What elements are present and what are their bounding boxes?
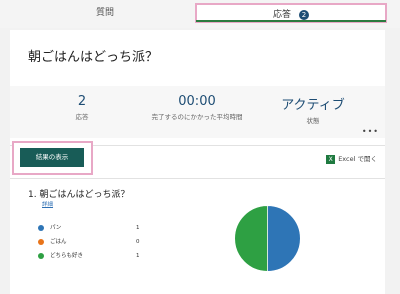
stat-label: 応答 [75, 113, 89, 121]
stat-label: 完了するのにかかった平均時間 [151, 113, 243, 121]
stat-responses: 2 応答 [22, 94, 142, 121]
tab-questions[interactable]: 質問 [20, 3, 190, 23]
actions-bar: 結果の表示 X Excel で開く [10, 141, 385, 179]
options-legend: パン 1 ごはん 0 どちらも好き 1 [38, 223, 148, 265]
results-pie-chart [234, 205, 301, 272]
stat-value: アクティブ [281, 98, 345, 113]
open-in-excel-button[interactable]: X Excel で開く [326, 153, 377, 164]
excel-icon: X [326, 154, 336, 164]
stat-avg-time: 00:00 完了するのにかかった平均時間 [137, 94, 257, 121]
legend-item: どちらも好き 1 [38, 251, 148, 265]
question-title: 1. 朝ごはんはどっち派？ [28, 190, 130, 200]
tab-responses-label: 応答 [272, 10, 291, 20]
stat-label: 状態 [306, 117, 320, 125]
legend-label: パン [50, 225, 62, 231]
legend-item: ごはん 0 [38, 237, 148, 251]
responses-count-badge: 2 [299, 9, 309, 20]
form-title: 朝ごはんはどっち派？ [28, 50, 159, 65]
legend-dot [38, 225, 44, 231]
question-results-card: 1. 朝ごはんはどっち派？ 詳細 パン 1 ごはん 0 どちらも好き 1 [10, 178, 385, 294]
stat-value: 2 [77, 94, 87, 109]
legend-dot [38, 239, 44, 245]
view-results-highlight: 結果の表示 [12, 141, 93, 175]
legend-count: 0 [136, 239, 140, 245]
active-tab-indicator [196, 20, 386, 22]
more-options-icon[interactable]: ••• [362, 127, 379, 136]
details-link[interactable]: 詳細 [42, 200, 53, 208]
legend-label: ごはん [50, 239, 67, 245]
stat-status: アクティブ 状態 [253, 94, 373, 125]
stats-panel: 2 応答 00:00 完了するのにかかった平均時間 アクティブ 状態 ••• [10, 86, 385, 138]
open-in-excel-label: Excel で開く [338, 155, 377, 163]
view-results-button[interactable]: 結果の表示 [20, 148, 84, 167]
legend-count: 1 [136, 225, 140, 231]
tab-bar: 質問 応答 2 [0, 0, 400, 28]
legend-dot [38, 253, 44, 259]
legend-item: パン 1 [38, 223, 148, 237]
legend-count: 1 [136, 253, 140, 259]
summary-card: 朝ごはんはどっち派？ 2 応答 00:00 完了するのにかかった平均時間 アクテ… [10, 30, 385, 145]
pie-slice-2 [234, 205, 268, 272]
legend-label: どちらも好き [50, 253, 84, 259]
pie-slice-0 [267, 205, 301, 272]
stat-value: 00:00 [178, 94, 216, 109]
